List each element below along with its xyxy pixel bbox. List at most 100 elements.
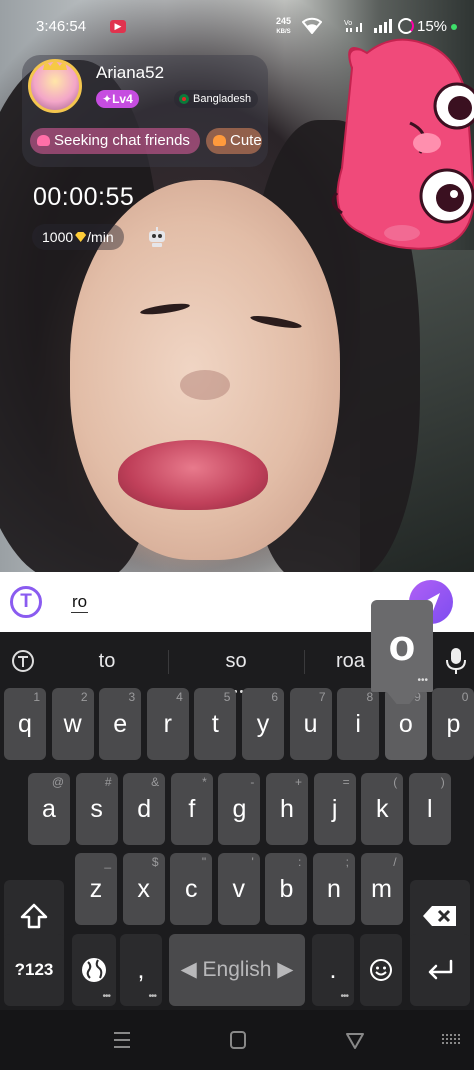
chat-bubble-icon [213,135,226,146]
key-r[interactable]: r4 [146,688,189,760]
key-i[interactable]: i8 [337,688,380,760]
avatar[interactable] [28,59,82,113]
key-more-dots: ••• [340,991,348,1002]
key-z[interactable]: z _ [75,853,117,925]
translate-keyboard-icon[interactable] [10,648,36,674]
emoji-key[interactable] [360,934,402,1006]
key-label: f [188,795,196,823]
key-b[interactable]: b: [265,853,308,925]
call-rate-unit: /min [87,229,114,245]
key-hint: @ [51,775,64,789]
key-label: n [327,875,341,903]
key-s[interactable]: s # [75,773,118,845]
key-t[interactable]: t5 [194,688,237,760]
key-c[interactable]: c " [170,853,213,925]
composing-underline [71,612,88,613]
key-g[interactable]: g- [218,773,261,845]
keyboard-hide-icon[interactable] [440,1030,464,1050]
key-label: m [371,875,392,903]
key-j[interactable]: j = [313,773,356,845]
key-a[interactable]: a @ [28,773,70,845]
key-hint: ) [440,775,445,789]
translate-button[interactable]: T [10,586,42,618]
key-l[interactable]: l) [408,773,451,845]
key-hint: " [201,855,207,869]
key-preview-label: o [388,621,416,670]
suggestion[interactable]: so [211,650,261,673]
key-w[interactable]: w2 [51,688,94,760]
key-label: g [232,795,247,823]
enter-key[interactable] [410,934,470,1006]
key-label: w [63,710,82,738]
key-label: v [232,875,246,903]
key-label: h [280,795,294,823]
net-speed-unit: KB/S [276,29,291,35]
key-label: a [42,795,56,823]
language-key[interactable]: ••• [72,934,116,1006]
home-icon[interactable] [226,1030,250,1050]
key-label: t [211,710,219,738]
key-m[interactable]: m / [360,853,403,925]
key-x[interactable]: x $ [122,853,165,925]
microphone-icon[interactable] [444,646,468,676]
key-hint: 3 [128,690,136,704]
key-e[interactable]: e3 [99,688,142,760]
menu-icon[interactable] [110,1030,134,1050]
level-badge: ✦Lv4 [96,90,139,108]
key-h[interactable]: h + [266,773,308,845]
key-hint: : [298,855,302,869]
country-label: Bangladesh [193,93,252,105]
backspace-icon [423,906,456,926]
symbols-key[interactable]: ?123 [4,934,64,1006]
robot-icon[interactable] [145,226,169,248]
key-hint: ( [393,775,398,789]
wifi-icon [302,17,322,34]
key-label: z [89,875,103,903]
globe-icon [82,958,106,982]
key-label: j [331,795,338,823]
space-label: English [202,958,272,981]
key-v[interactable]: v ' [217,853,260,925]
net-speed-value: 245 [276,16,292,26]
svg-text:Vo: Vo [344,20,352,27]
video-face-lips [118,440,268,510]
comma-key[interactable]: , ••• [120,934,162,1006]
more-suggestions-icon[interactable] [228,680,246,693]
flag-icon [179,94,189,104]
enter-icon [428,959,453,980]
host-name: Ariana52 [96,63,165,82]
interest-tag-label: Seeking chat friends [54,132,190,149]
suggestion[interactable]: to [82,650,132,673]
key-hint: _ [104,855,111,869]
key-label: e [113,710,128,738]
suggestion[interactable]: roa [336,650,376,673]
key-hint: 7 [318,690,326,704]
key-u[interactable]: u7 [289,688,332,760]
key-q[interactable]: q1 [4,688,46,760]
key-hint: $ [151,855,159,869]
key-y[interactable]: y6 [242,688,284,760]
key-label: u [303,710,318,738]
back-icon[interactable] [343,1030,367,1050]
key-p[interactable]: p0 [432,688,474,760]
key-f[interactable]: f * [170,773,213,845]
key-hint: 5 [223,690,231,704]
key-label: k [375,795,389,823]
key-hint: / [393,855,397,869]
key-label: i [355,710,361,738]
message-input[interactable] [62,586,392,618]
key-label: q [18,710,32,738]
key-n[interactable]: n; [313,853,355,925]
key-hint: ' [251,855,254,869]
key-d[interactable]: d & [123,773,166,845]
key-label: p [446,710,461,738]
space-key[interactable]: ◀ English ▶ [169,934,305,1006]
period-label: . [329,956,337,984]
period-key[interactable]: . ••• [312,934,354,1006]
country-badge: Bangladesh [174,90,259,108]
key-k[interactable]: k( [361,773,404,845]
key-label: y [256,710,270,738]
key-label: r [163,710,172,738]
interest-tag-label: Cute [230,132,262,149]
shift-icon [20,903,48,929]
